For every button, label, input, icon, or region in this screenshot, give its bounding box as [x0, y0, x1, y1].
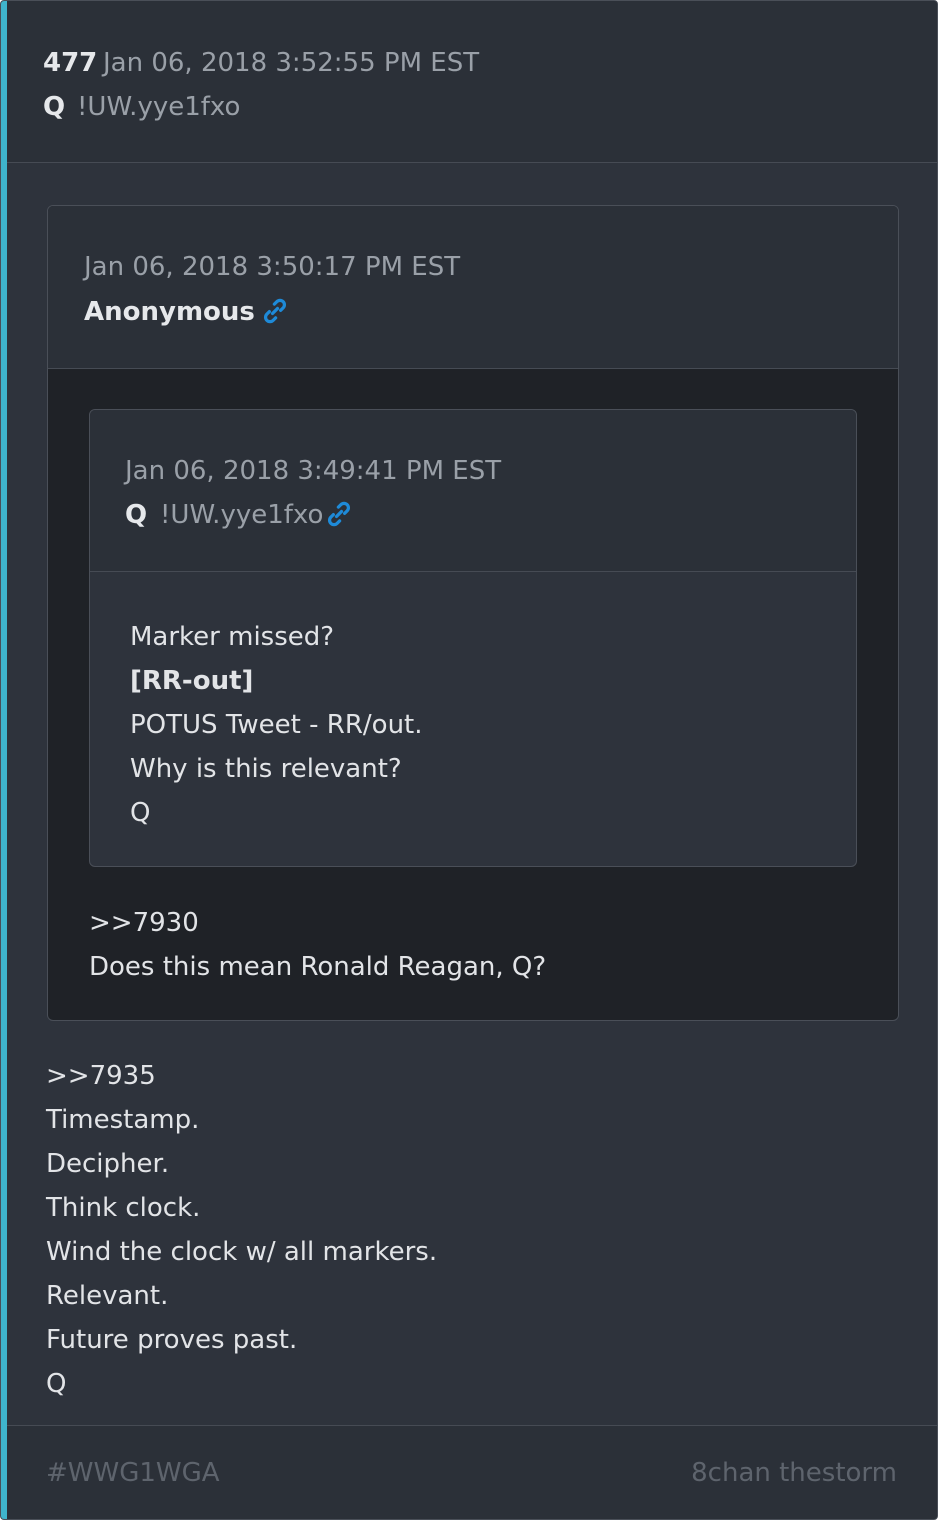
link-icon[interactable] — [324, 499, 354, 529]
nested-post-line: Why is this relevant? — [130, 754, 402, 784]
nested-quoted-post: Jan 06, 2018 3:49:41 PM EST Q !UW.yye1fx… — [89, 409, 857, 867]
post-body-line: Q — [46, 1369, 67, 1399]
post-body-line: Future proves past. — [46, 1325, 298, 1355]
post-source: 8chan thestorm — [691, 1458, 897, 1488]
quoted-post-body-line: Does this mean Ronald Reagan, Q? — [89, 952, 547, 982]
nested-post-line: Marker missed? — [130, 622, 335, 652]
post-body-line: Think clock. — [46, 1193, 201, 1223]
hashtag-link[interactable]: #WWG1WGA — [46, 1457, 220, 1489]
nested-post-tripcode: !UW.yye1fxo — [160, 500, 324, 530]
post-timestamp: Jan 06, 2018 3:52:55 PM EST — [103, 48, 480, 78]
q-post-card: 477 Jan 06, 2018 3:52:55 PM EST Q !UW.yy… — [0, 0, 938, 1520]
post-body-line: Wind the clock w/ all markers. — [46, 1237, 438, 1267]
post-accent-bar — [1, 1, 7, 1519]
post-number: 477 — [43, 48, 98, 78]
post-header: 477 Jan 06, 2018 3:52:55 PM EST Q !UW.yy… — [7, 1, 937, 163]
quoted-post: Jan 06, 2018 3:50:17 PM EST Anonymous Ja… — [47, 205, 899, 1021]
quoted-post-timestamp: Jan 06, 2018 3:50:17 PM EST — [84, 252, 461, 282]
post-tripcode: !UW.yye1fxo — [77, 92, 241, 122]
quoted-post-reply-ref[interactable]: >>7930 — [89, 907, 199, 939]
nested-post-line: [RR-out] — [130, 666, 254, 696]
post-reply-ref[interactable]: >>7935 — [46, 1060, 156, 1092]
nested-post-timestamp: Jan 06, 2018 3:49:41 PM EST — [125, 456, 502, 486]
quoted-post-author: Anonymous — [84, 297, 255, 327]
post-body-line: Relevant. — [46, 1281, 169, 1311]
link-icon[interactable] — [260, 296, 290, 326]
nested-post-line: Q — [130, 798, 151, 828]
post-author: Q — [43, 92, 66, 122]
nested-quoted-post-header: Jan 06, 2018 3:49:41 PM EST Q !UW.yye1fx… — [90, 410, 856, 572]
post-footer: #WWG1WGA 8chan thestorm — [7, 1425, 937, 1519]
post-body-line: Decipher. — [46, 1149, 170, 1179]
quoted-post-header: Jan 06, 2018 3:50:17 PM EST Anonymous — [48, 206, 898, 369]
post-body-line: Timestamp. — [46, 1105, 200, 1135]
nested-post-author: Q — [125, 500, 148, 530]
nested-post-line: POTUS Tweet - RR/out. — [130, 710, 423, 740]
